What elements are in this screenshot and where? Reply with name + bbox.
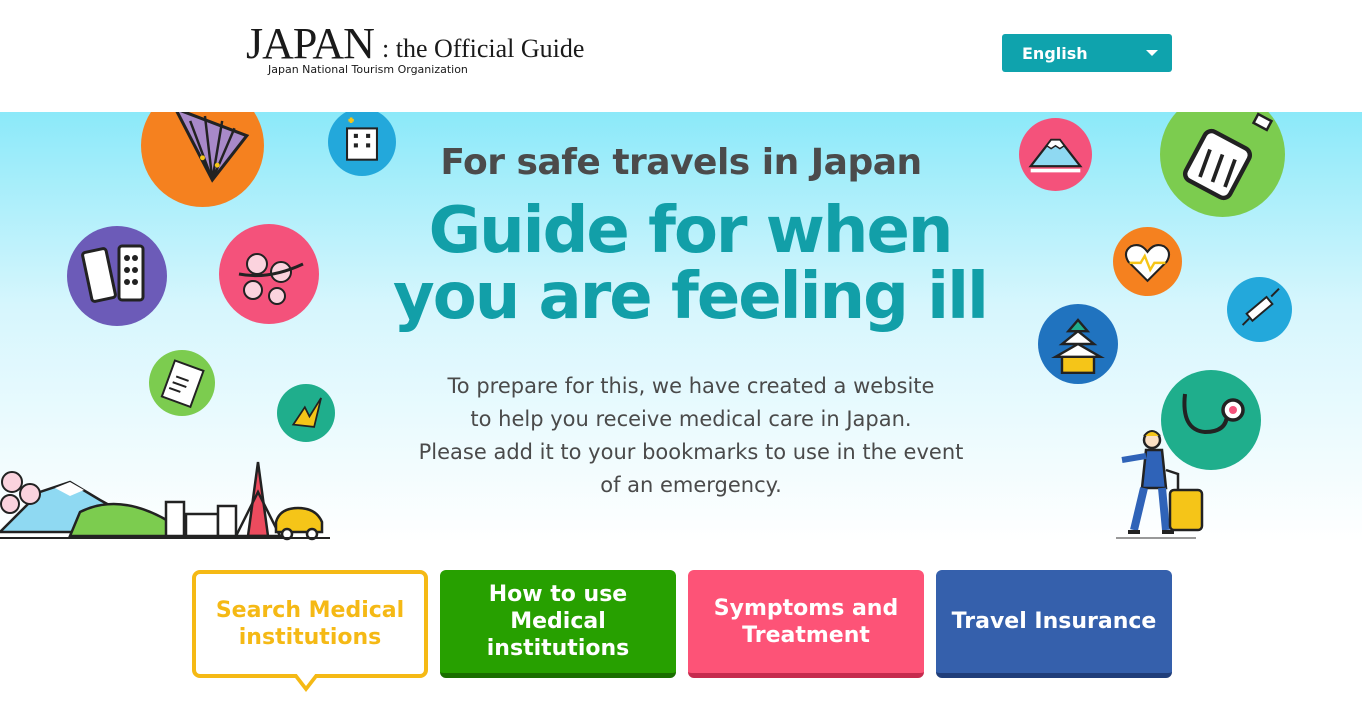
logo-sub-text: : the Official Guide <box>382 34 585 63</box>
hero-banner: For safe travels in Japan Guide for when… <box>0 112 1362 542</box>
chevron-down-icon <box>1146 50 1158 56</box>
active-pointer-inner <box>296 673 316 686</box>
hero-subtitle: For safe travels in Japan <box>440 142 922 183</box>
language-selected-value: English <box>1022 44 1088 63</box>
site-header: JAPAN : the Official Guide Japan Nationa… <box>0 0 1362 112</box>
hero-title-line: Guide for when <box>428 194 954 268</box>
hero-description-line: To prepare for this, we have created a w… <box>447 374 935 398</box>
site-logo[interactable]: JAPAN : the Official Guide Japan Nationa… <box>246 20 606 82</box>
hero-description-line: to help you receive medical care in Japa… <box>470 407 912 431</box>
main-nav: Search Medical institutions How to use M… <box>0 570 1362 700</box>
nav-label: How to use Medical institutions <box>486 582 630 661</box>
logo-org-text: Japan National Tourism Organization <box>268 63 468 76</box>
hero-description-line: Please add it to your bookmarks to use i… <box>418 440 964 464</box>
hero-title-line: you are feeling ill <box>393 260 989 334</box>
hero-description: To prepare for this, we have created a w… <box>0 370 1362 502</box>
search-medical-institutions-button[interactable]: Search Medical institutions <box>192 570 428 678</box>
hero-description-line: of an emergency. <box>600 473 782 497</box>
travel-insurance-button[interactable]: Travel Insurance <box>936 570 1172 678</box>
nav-label: Search Medical institutions <box>215 598 405 650</box>
nav-label: Travel Insurance <box>951 609 1157 634</box>
symptoms-and-treatment-button[interactable]: Symptoms and Treatment <box>688 570 924 678</box>
nav-label: Symptoms and Treatment <box>713 595 899 648</box>
how-to-use-medical-institutions-button[interactable]: How to use Medical institutions <box>440 570 676 678</box>
hero-title: Guide for when you are feeling ill <box>0 198 1362 330</box>
language-select[interactable]: English <box>1002 34 1172 72</box>
logo-main-text: JAPAN <box>246 19 375 68</box>
